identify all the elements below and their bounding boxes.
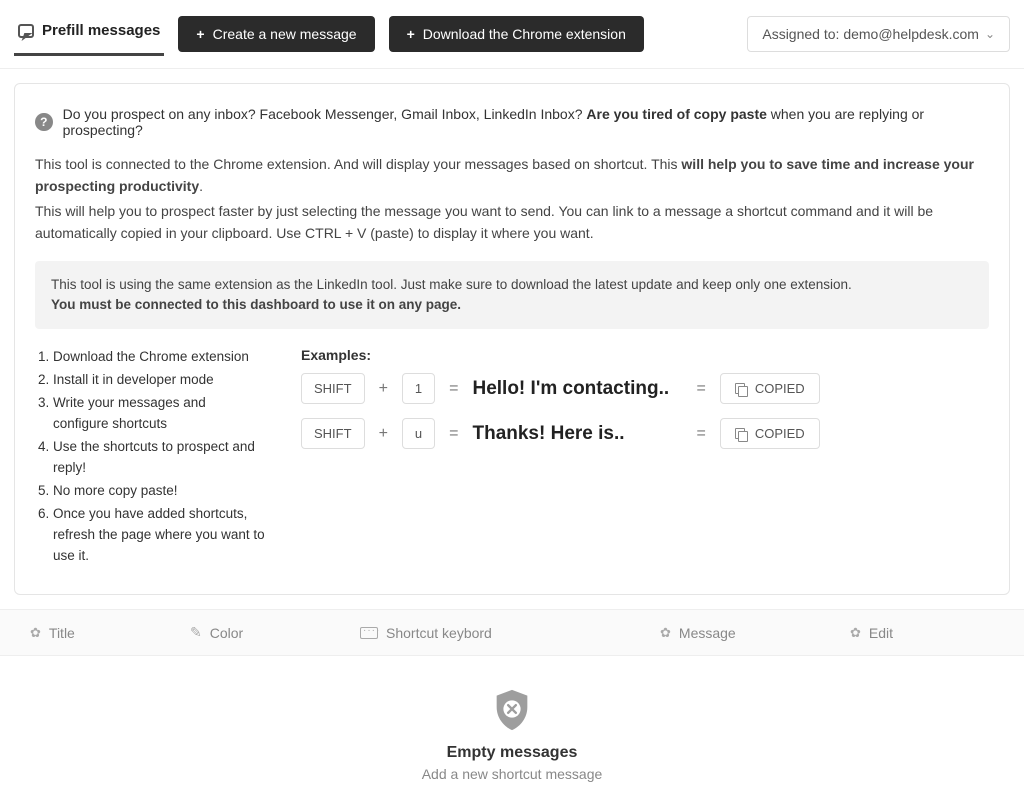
example-message: Thanks! Here is..: [472, 423, 682, 445]
copied-badge: COPIED: [720, 418, 820, 449]
equals-label: =: [696, 425, 705, 443]
step-item: Install it in developer mode: [53, 370, 265, 391]
assigned-to-select[interactable]: Assigned to: demo@helpdesk.com ⌄: [747, 16, 1010, 52]
key-shift: SHIFT: [301, 418, 365, 449]
intro-q-text: Do you prospect on any inbox? Facebook M…: [63, 106, 989, 138]
shield-x-icon: [489, 686, 535, 732]
examples-block: Examples: SHIFT + 1 = Hello! I'm contact…: [301, 347, 989, 463]
assigned-text: Assigned to: demo@helpdesk.com: [762, 26, 979, 42]
extension-notice: This tool is using the same extension as…: [35, 261, 989, 330]
empty-subtitle: Add a new shortcut message: [0, 766, 1024, 782]
example-message: Hello! I'm contacting..: [472, 378, 682, 400]
step-item: No more copy paste!: [53, 481, 265, 502]
key-char: 1: [402, 373, 435, 404]
plus-icon: +: [407, 26, 415, 42]
key-char: u: [402, 418, 435, 449]
chevron-down-icon: ⌄: [985, 27, 995, 41]
help-icon: ?: [35, 113, 53, 131]
col-color: ✎ Color: [190, 624, 360, 641]
gear-icon: ✿: [660, 625, 671, 641]
equals-label: =: [449, 425, 458, 443]
notice-line-1: This tool is using the same extension as…: [51, 275, 973, 295]
copy-icon: [735, 428, 747, 440]
tab-label: Prefill messages: [42, 22, 160, 39]
empty-title: Empty messages: [0, 744, 1024, 762]
step-item: Write your messages and configure shortc…: [53, 393, 265, 435]
download-extension-button[interactable]: + Download the Chrome extension: [389, 16, 644, 52]
intro-question: ? Do you prospect on any inbox? Facebook…: [35, 106, 989, 138]
copy-icon: [735, 383, 747, 395]
plus-icon: +: [196, 26, 204, 42]
intro-paragraph-1: This tool is connected to the Chrome ext…: [35, 154, 989, 197]
example-row: SHIFT + u = Thanks! Here is.. = COPIED: [301, 418, 989, 449]
info-panel: ? Do you prospect on any inbox? Facebook…: [14, 83, 1010, 595]
step-item: Download the Chrome extension: [53, 347, 265, 368]
chat-icon: [18, 24, 34, 38]
col-message: ✿ Message: [660, 624, 850, 641]
notice-line-2: You must be connected to this dashboard …: [51, 295, 973, 315]
create-message-button[interactable]: + Create a new message: [178, 16, 374, 52]
tab-prefill-messages[interactable]: Prefill messages: [14, 12, 164, 56]
keyboard-icon: [360, 627, 378, 639]
step-item: Once you have added shortcuts, refresh t…: [53, 504, 265, 567]
create-message-label: Create a new message: [213, 26, 357, 42]
example-row: SHIFT + 1 = Hello! I'm contacting.. = CO…: [301, 373, 989, 404]
key-shift: SHIFT: [301, 373, 365, 404]
top-bar: Prefill messages + Create a new message …: [0, 0, 1024, 69]
gear-icon: ✿: [850, 625, 861, 641]
brush-icon: ✎: [190, 624, 202, 641]
equals-label: =: [449, 380, 458, 398]
setup-steps: Download the Chrome extension Install it…: [35, 347, 265, 568]
gear-icon: ✿: [30, 625, 41, 641]
col-edit: ✿ Edit: [850, 624, 994, 641]
examples-title: Examples:: [301, 347, 989, 363]
equals-label: =: [696, 380, 705, 398]
intro-paragraph-2: This will help you to prospect faster by…: [35, 201, 989, 244]
col-title: ✿ Title: [30, 624, 190, 641]
copied-badge: COPIED: [720, 373, 820, 404]
plus-label: +: [379, 380, 388, 398]
step-item: Use the shortcuts to prospect and reply!: [53, 437, 265, 479]
empty-state: Empty messages Add a new shortcut messag…: [0, 656, 1024, 792]
table-header-row: ✿ Title ✎ Color Shortcut keybord ✿ Messa…: [0, 609, 1024, 656]
guide-columns: Download the Chrome extension Install it…: [35, 347, 989, 568]
download-extension-label: Download the Chrome extension: [423, 26, 626, 42]
col-shortcut: Shortcut keybord: [360, 624, 660, 641]
plus-label: +: [379, 425, 388, 443]
